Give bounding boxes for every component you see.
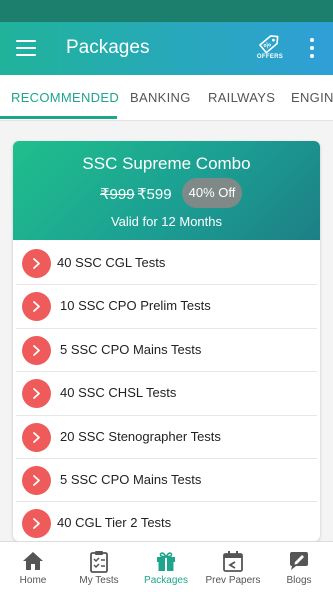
original-price: ₹999 [100, 186, 135, 203]
clipboard-icon [90, 551, 108, 573]
list-item-label: 40 CGL Tier 2 Tests [57, 515, 172, 531]
nav-label: My Tests [79, 575, 119, 586]
app-bar: Packages % OFFERS [0, 22, 333, 75]
status-bar [0, 0, 333, 22]
discount-badge: 40% Off [182, 178, 242, 208]
tab-railways[interactable]: RAILWAYS [208, 90, 275, 105]
chevron-right-icon [22, 465, 51, 495]
page-title: Packages [66, 37, 150, 58]
nav-label: Prev Papers [205, 575, 261, 586]
nav-label: Home [19, 575, 47, 586]
list-item[interactable]: 5 SSC CPO Mains Tests [16, 458, 317, 503]
chevron-right-icon [22, 509, 51, 539]
nav-label: Packages [144, 575, 188, 586]
calendar-icon [223, 551, 243, 572]
active-tab-indicator [0, 116, 117, 119]
list-item[interactable]: 40 SSC CHSL Tests [16, 372, 317, 416]
blog-icon [290, 552, 308, 570]
offers-button[interactable]: % OFFERS [252, 31, 288, 69]
nav-blogs[interactable]: Blogs [266, 542, 332, 592]
nav-label: Blogs [286, 575, 312, 586]
gift-icon [157, 552, 175, 571]
list-item[interactable]: 40 SSC CGL Tests [16, 242, 317, 286]
package-title: SSC Supreme Combo [82, 154, 251, 173]
discounted-price: ₹599 [137, 186, 172, 203]
list-item-label: 20 SSC Stenographer Tests [60, 428, 221, 444]
list-item[interactable]: 20 SSC Stenographer Tests [16, 415, 317, 459]
list-item-label: 5 SSC CPO Mains Tests [60, 341, 202, 357]
package-items-list: 40 SSC CGL Tests 10 SSC CPO Prelim Tests… [16, 242, 317, 541]
offers-tag-icon: % [259, 35, 279, 54]
chevron-right-icon [22, 335, 51, 365]
chevron-right-icon [22, 292, 51, 322]
bottom-navigation: Home My Tests Packages Prev Papers Blogs [0, 541, 333, 592]
category-tabs: RECOMMENDED BANKING RAILWAYS ENGINEERING [0, 75, 333, 121]
package-card[interactable]: SSC Supreme Combo ₹999 ₹599 40% Off Vali… [13, 141, 320, 541]
tab-banking[interactable]: BANKING [130, 90, 191, 105]
menu-icon[interactable] [16, 40, 36, 56]
list-item-label: 40 SSC CGL Tests [57, 255, 166, 270]
list-item-label: 10 SSC CPO Prelim Tests [60, 298, 211, 314]
chevron-right-icon [22, 249, 51, 278]
validity-text: Valid for 12 Months [110, 214, 223, 229]
chevron-right-icon [22, 379, 51, 409]
tab-recommended[interactable]: RECOMMENDED [11, 90, 119, 105]
offers-label: OFFERS [256, 54, 284, 60]
nav-prev-papers[interactable]: Prev Papers [200, 542, 266, 592]
list-item[interactable]: 10 SSC CPO Prelim Tests [16, 285, 317, 329]
home-icon [23, 552, 43, 570]
list-item[interactable]: 40 CGL Tier 2 Tests [16, 502, 317, 541]
tab-engineering[interactable]: ENGINEERING [291, 90, 333, 105]
package-header: SSC Supreme Combo ₹999 ₹599 40% Off Vali… [13, 141, 320, 240]
list-item[interactable]: 5 SSC CPO Mains Tests [16, 328, 317, 373]
list-item-label: 5 SSC CPO Mains Tests [60, 471, 202, 487]
nav-home[interactable]: Home [0, 542, 66, 592]
chevron-right-icon [22, 422, 51, 452]
more-options-icon[interactable] [304, 36, 320, 60]
nav-my-tests[interactable]: My Tests [66, 542, 132, 592]
nav-packages[interactable]: Packages [133, 542, 199, 592]
list-item-label: 40 SSC CHSL Tests [60, 385, 177, 401]
